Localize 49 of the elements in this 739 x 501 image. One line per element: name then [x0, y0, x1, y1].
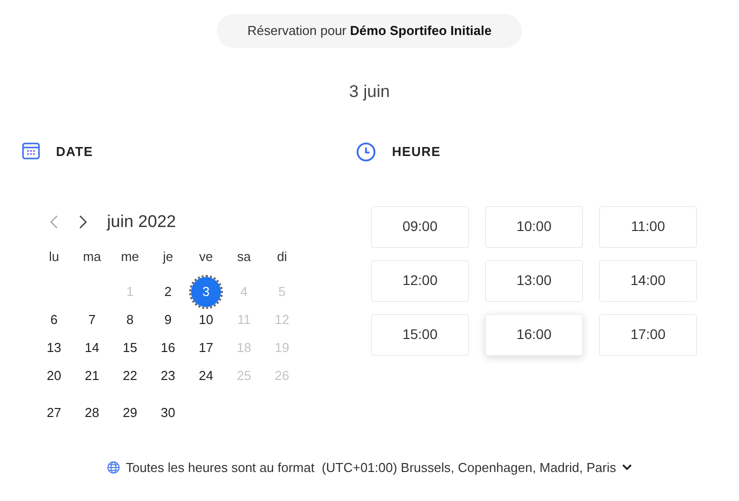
calendar-day[interactable]: 27 [39, 398, 69, 428]
time-slot-button[interactable]: 11:00 [599, 206, 697, 248]
time-slot-button[interactable]: 12:00 [371, 260, 469, 302]
calendar-day[interactable]: 15 [115, 333, 145, 363]
chevron-down-icon [622, 464, 632, 472]
clock-icon [356, 142, 376, 162]
calendar-day[interactable]: 14 [77, 333, 107, 363]
weekday-label: ma [82, 248, 102, 266]
time-slot-button[interactable]: 10:00 [485, 206, 583, 248]
weekday-label: lu [48, 248, 60, 266]
chevron-left-icon [50, 215, 58, 229]
weekday-label: sa [237, 248, 251, 266]
booking-banner: Réservation pour Démo Sportifeo Initiale [217, 14, 522, 48]
calendar-day[interactable]: 8 [115, 305, 145, 335]
chevron-right-icon [79, 215, 87, 229]
calendar-day[interactable]: 24 [191, 361, 221, 391]
calendar-day[interactable]: 29 [115, 398, 145, 428]
calendar-day[interactable]: 30 [153, 398, 183, 428]
calendar-day[interactable]: 2 [153, 277, 183, 307]
calendar-icon [22, 142, 40, 160]
weekday-label: me [120, 248, 140, 266]
calendar-day[interactable]: 9 [153, 305, 183, 335]
calendar-day[interactable]: 17 [191, 333, 221, 363]
calendar-day[interactable]: 28 [77, 398, 107, 428]
calendar-day[interactable]: 6 [39, 305, 69, 335]
time-slot-button[interactable]: 14:00 [599, 260, 697, 302]
selected-date: 3 juin [349, 81, 390, 103]
time-slot-button[interactable]: 16:00 [485, 314, 583, 356]
weekday-label: je [162, 248, 174, 266]
calendar-day[interactable]: 23 [153, 361, 183, 391]
calendar-day[interactable]: 21 [77, 361, 107, 391]
month-label: juin 2022 [107, 211, 176, 234]
globe-icon [106, 461, 120, 474]
calendar-day[interactable]: 16 [153, 333, 183, 363]
calendar-day[interactable]: 3 [191, 277, 221, 307]
time-slot-button[interactable]: 13:00 [485, 260, 583, 302]
calendar-day[interactable]: 10 [191, 305, 221, 335]
section-title: HEURE [392, 142, 441, 161]
section-title: DATE [56, 142, 94, 160]
weekday-label: ve [199, 248, 213, 266]
calendar-day[interactable]: 22 [115, 361, 145, 391]
time-slot-button[interactable]: 09:00 [371, 206, 469, 248]
calendar-day[interactable]: 13 [39, 333, 69, 363]
timezone-selector[interactable]: Toutes les heures sont au format (UTC+01:00) Brussels, Copenhagen, Madrid, Paris [106, 458, 632, 478]
calendar-day[interactable]: 20 [39, 361, 69, 391]
time-slot-button[interactable]: 17:00 [599, 314, 697, 356]
time-slot-button[interactable]: 15:00 [371, 314, 469, 356]
weekday-label: di [276, 248, 288, 266]
calendar-day[interactable]: 7 [77, 305, 107, 335]
